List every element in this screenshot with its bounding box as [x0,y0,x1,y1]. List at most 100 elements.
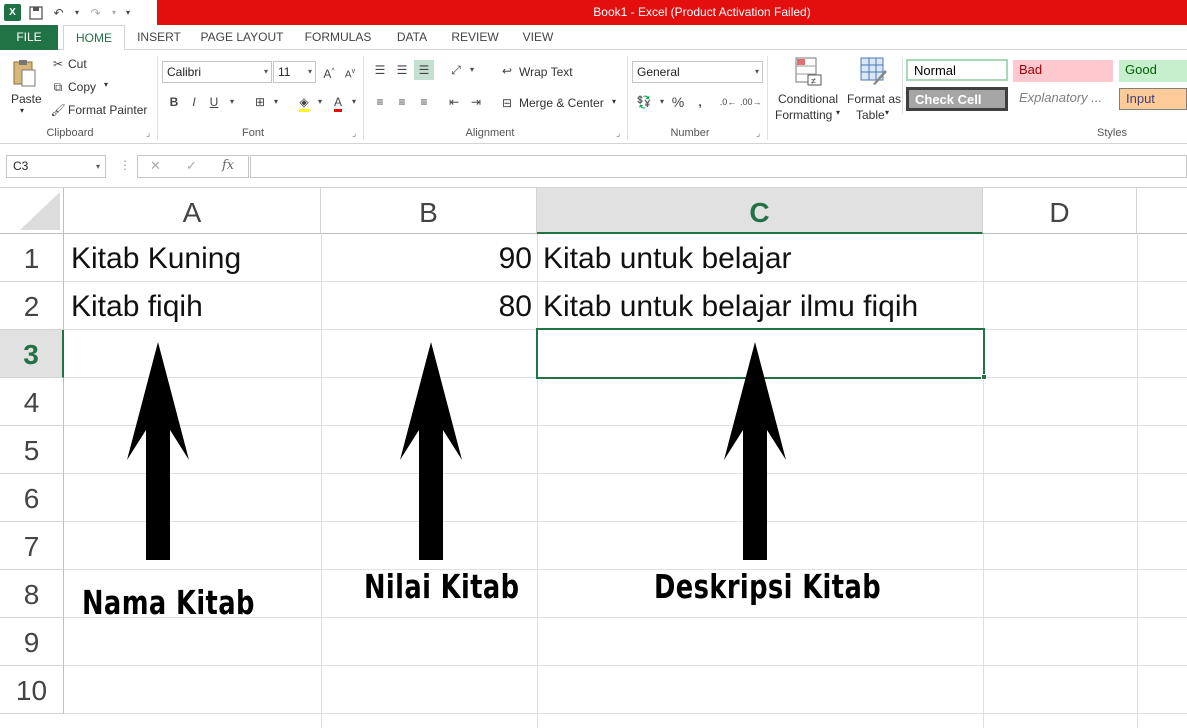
format-as-table-label-2[interactable]: Table [856,108,885,122]
tab-file[interactable]: FILE [0,25,58,50]
tab-data[interactable]: DATA [392,25,432,50]
increase-decimal-icon[interactable]: .0← [718,92,738,112]
fill-handle[interactable] [981,374,987,380]
tab-page-layout[interactable]: PAGE LAYOUT [198,25,286,50]
tab-home[interactable]: HOME [63,25,125,51]
tab-review[interactable]: REVIEW [450,25,500,50]
percent-style-button[interactable]: % [668,92,688,112]
copy-button[interactable]: Copy [68,80,96,94]
format-as-table-button[interactable]: Format as [847,92,901,106]
align-top-icon[interactable]: ☰ [370,60,390,80]
style-good[interactable]: Good [1119,60,1187,82]
conditional-dropdown-icon[interactable]: ▾ [836,108,840,117]
row-header-10[interactable]: 10 [0,666,64,714]
cell-b2[interactable]: 80 [323,282,532,330]
format-painter-button[interactable]: Format Painter [68,103,147,117]
select-all-button[interactable] [0,188,64,234]
column-header-b[interactable]: B [321,188,537,234]
column-header-a[interactable]: A [64,188,321,234]
enter-icon[interactable]: ✓ [186,158,197,174]
underline-button[interactable]: U [204,92,224,112]
align-left-icon[interactable]: ≡ [370,92,390,112]
increase-font-icon[interactable]: A^ [319,62,339,82]
row-header-6[interactable]: 6 [0,474,64,522]
formula-input[interactable] [250,155,1187,178]
decrease-font-icon[interactable]: Av [340,62,360,82]
undo-dropdown-icon[interactable]: ▾ [73,4,81,21]
row-header-7[interactable]: 7 [0,522,64,570]
number-format-box[interactable]: General ▾ [632,61,763,83]
style-check-cell[interactable]: Check Cell [906,87,1008,111]
clipboard-launcher-icon[interactable]: ⌟ [146,128,150,139]
paste-dropdown-icon[interactable]: ▾ [20,106,24,115]
row-header-9[interactable]: 9 [0,618,64,666]
name-box[interactable]: C3 ▾ [6,155,106,178]
conditional-formatting-icon[interactable]: ≠ [793,56,823,88]
insert-function-icon[interactable]: fx [222,158,234,173]
merge-dropdown-icon[interactable]: ▾ [612,97,616,106]
style-bad[interactable]: Bad [1013,60,1113,82]
orientation-dropdown-icon[interactable]: ▾ [462,60,482,80]
column-header-d[interactable]: D [983,188,1137,234]
comma-style-button[interactable]: , [690,92,710,112]
tab-insert[interactable]: INSERT [136,25,182,50]
cut-icon[interactable]: ✂ [48,54,68,74]
redo-icon[interactable]: ↷ [87,4,104,21]
merge-center-icon[interactable]: ⊟ [497,93,517,113]
borders-dropdown-icon[interactable]: ▾ [266,92,286,112]
underline-dropdown-icon[interactable]: ▾ [222,92,242,112]
row-header-1[interactable]: 1 [0,234,64,282]
wrap-text-button[interactable]: Wrap Text [519,65,573,79]
cut-button[interactable]: Cut [68,57,87,71]
style-input[interactable]: Input [1119,88,1187,110]
format-as-table-dropdown-icon[interactable]: ▾ [885,108,889,117]
decrease-indent-icon[interactable]: ⇤ [444,92,464,112]
column-header-c[interactable]: C [537,188,983,234]
row-header-2[interactable]: 2 [0,282,64,330]
row-header-4[interactable]: 4 [0,378,64,426]
redo-dropdown-icon[interactable]: ▾ [110,4,118,21]
conditional-formatting-button[interactable]: Conditional [778,92,838,106]
row-header-5[interactable]: 5 [0,426,64,474]
font-name-box[interactable]: Calibri ▾ [162,61,272,83]
copy-dropdown-icon[interactable]: ▾ [104,80,108,89]
row-header-8[interactable]: 8 [0,570,64,618]
paste-label[interactable]: Paste [11,92,42,106]
conditional-formatting-label-2[interactable]: Formatting [775,108,832,122]
cell-c2[interactable]: Kitab untuk belajar ilmu fiqih [543,282,981,330]
merge-center-button[interactable]: Merge & Center [519,96,604,110]
align-center-icon[interactable]: ≡ [392,92,412,112]
paste-icon[interactable] [10,58,38,88]
font-size-box[interactable]: 11 ▾ [273,61,316,83]
save-icon[interactable] [27,4,44,21]
increase-indent-icon[interactable]: ⇥ [466,92,486,112]
cell-c1[interactable]: Kitab untuk belajar [543,234,981,282]
tab-view[interactable]: VIEW [518,25,558,50]
column-header-e[interactable] [1137,188,1187,234]
resize-handle-icon[interactable]: ⋮ [119,158,131,172]
italic-button[interactable]: I [184,92,204,112]
font-color-dropdown-icon[interactable]: ▾ [344,92,364,112]
fill-color-dropdown-icon[interactable]: ▾ [310,92,330,112]
cell-a2[interactable]: Kitab fiqih [71,282,319,330]
cell-a1[interactable]: Kitab Kuning [71,234,319,282]
font-launcher-icon[interactable]: ⌟ [352,128,356,139]
copy-icon[interactable]: ⧉ [48,77,68,97]
align-middle-icon[interactable]: ☰ [392,60,412,80]
customize-qat-icon[interactable]: ▾ [124,4,132,21]
undo-icon[interactable]: ↶ [50,4,67,21]
tab-formulas[interactable]: FORMULAS [302,25,374,50]
decrease-decimal-icon[interactable]: .00→ [740,92,762,112]
cancel-icon[interactable]: ✕ [150,158,161,174]
align-bottom-icon[interactable]: ☰ [414,60,434,80]
bold-button[interactable]: B [164,92,184,112]
number-launcher-icon[interactable]: ⌟ [756,128,760,139]
format-as-table-icon[interactable] [858,56,888,88]
style-explanatory[interactable]: Explanatory ... [1013,88,1113,110]
style-normal[interactable]: Normal [906,59,1008,81]
cell-b1[interactable]: 90 [323,234,532,282]
alignment-launcher-icon[interactable]: ⌟ [616,128,620,139]
row-header-3[interactable]: 3 [0,330,64,378]
accounting-format-icon[interactable]: 💱 [634,92,654,112]
align-right-icon[interactable]: ≡ [414,92,434,112]
